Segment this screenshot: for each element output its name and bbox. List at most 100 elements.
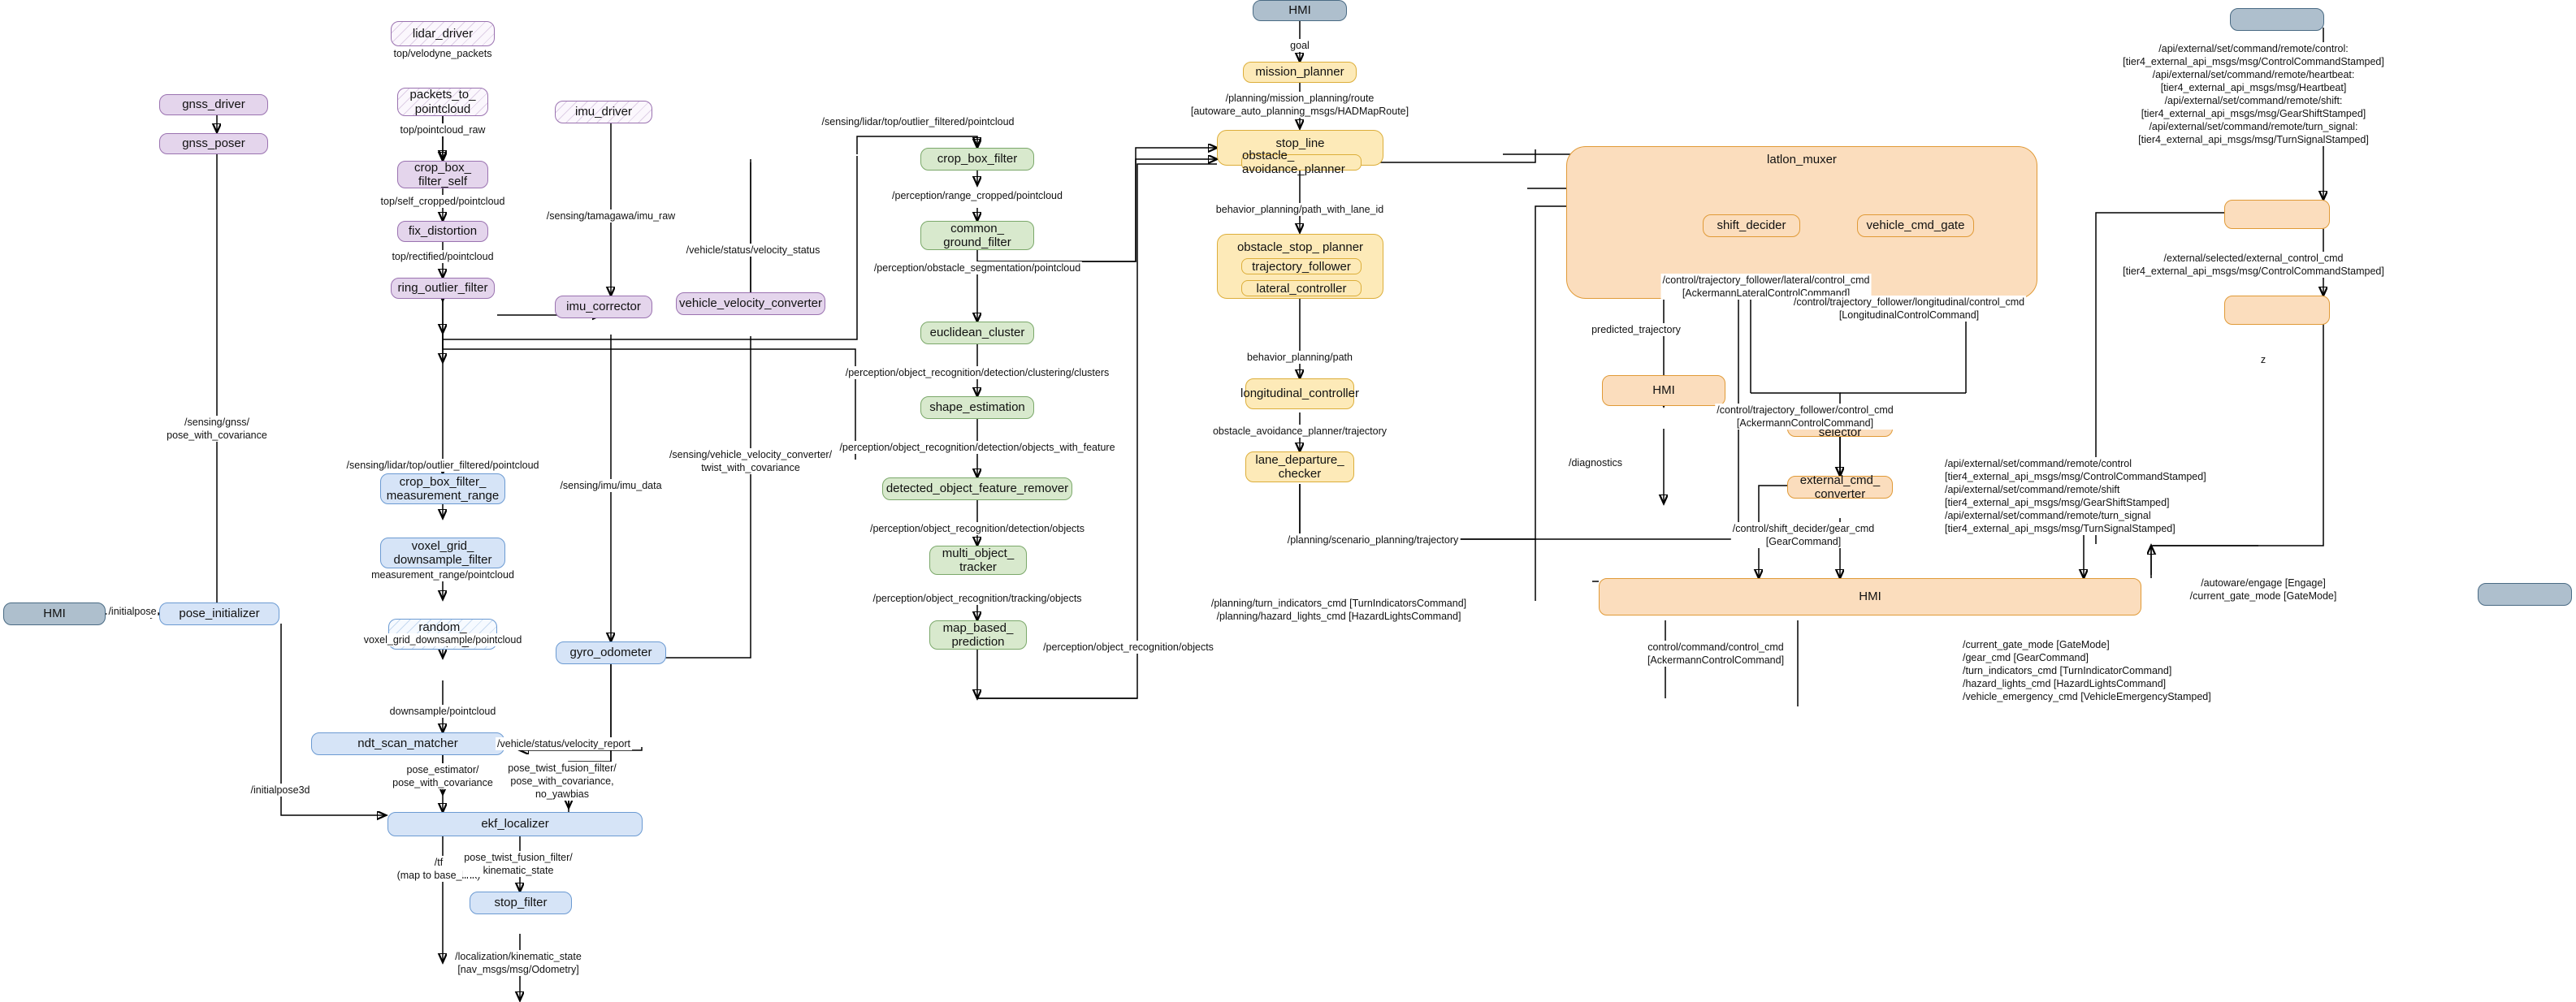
node-label: mission_planner	[1255, 65, 1344, 80]
node-obstacle-stop-planner[interactable]: lane_departure_ checker	[1245, 451, 1354, 482]
node-crop-box-filter-self[interactable]: crop_box_ filter_self	[397, 161, 488, 188]
edge-label: /planning/turn_indicators_cmd [TurnIndic…	[1209, 597, 1469, 623]
trajectory-follower-title: latlon_muxer	[1767, 153, 1837, 166]
node-label: HMI	[1652, 383, 1675, 398]
node-voxel-grid-downsample-filter[interactable]: voxel_grid_ downsample_filter	[380, 538, 505, 568]
node-gnss-driver[interactable]: gnss_driver	[159, 94, 268, 115]
node-ring-outlier-filter[interactable]: ring_outlier_filter	[391, 278, 495, 299]
node-label: crop_box_filter	[937, 152, 1018, 166]
node-gyro-odometer[interactable]: gyro_odometer	[556, 641, 666, 664]
edge-label: /sensing/vehicle_velocity_converter/ twi…	[667, 448, 834, 474]
node-longitudinal-controller[interactable]: vehicle_cmd_gate	[1857, 214, 1974, 237]
node-packets-to-pointcloud[interactable]: packets_to_ pointcloud	[397, 88, 488, 116]
edge-label: /external/selected/external_control_cmd …	[2121, 252, 2386, 278]
node-external-cmd-selector[interactable]	[2224, 200, 2330, 229]
node-label: pose_initializer	[179, 607, 260, 621]
node-euclidean-cluster[interactable]: euclidean_cluster	[920, 322, 1034, 344]
node-crop-box-filter-measurement-range[interactable]: crop_box_filter_ measurement_range	[380, 473, 505, 504]
node-label: crop_box_filter_ measurement_range	[386, 474, 500, 503]
node-label: euclidean_cluster	[929, 326, 1025, 340]
edge-label: /perception/object_recognition/detection…	[843, 366, 1111, 379]
edge-label: behavior_planning/path	[1245, 351, 1354, 364]
node-vehicle-velocity-converter[interactable]: vehicle_velocity_converter	[676, 292, 825, 315]
node-detected-object-feature-remover[interactable]: detected_object_feature_remover	[882, 477, 1072, 500]
edge-label: pose_estimator/ pose_with_covariance	[391, 763, 495, 789]
node-lane-departure-checker[interactable]: HMI	[1602, 375, 1725, 406]
edge-label: /autoware/engage [Engage] /current_gate_…	[2188, 577, 2339, 602]
edge-label: top/self_cropped/pointcloud	[379, 195, 507, 208]
edge-label: /api/external/set/command/remote/control…	[2092, 42, 2415, 146]
node-gnss-poser[interactable]: gnss_poser	[159, 133, 268, 154]
node-ekf-localizer[interactable]: ekf_localizer	[387, 812, 643, 836]
edge-label: obstacle_avoidance_planner/trajectory	[1210, 425, 1389, 438]
node-label: multi_object_ tracker	[942, 546, 1015, 574]
node-label: HMI	[1859, 590, 1881, 604]
node-hmi-left[interactable]: HMI	[3, 602, 106, 625]
edge-label: /control/shift_decider/gear_cmd [GearCom…	[1730, 522, 1877, 548]
node-label: lane_departure_ checker	[1255, 452, 1344, 481]
edge-label: /control/trajectory_follower/control_cmd…	[1715, 404, 1895, 430]
node-label: stop_filter	[494, 896, 548, 910]
node-pose-initializer[interactable]: pose_initializer	[159, 602, 279, 625]
edge-label: /perception/object_recognition/objects	[1041, 641, 1215, 654]
node-multi-object-tracker[interactable]: multi_object_ tracker	[929, 546, 1027, 575]
edge-label: /api/external/set/command/remote/control…	[1943, 457, 2208, 535]
node-shape-estimation[interactable]: shape_estimation	[920, 396, 1034, 419]
node-crop-box-filter[interactable]: crop_box_filter	[920, 148, 1034, 171]
node-lateral-controller[interactable]: shift_decider	[1703, 214, 1800, 237]
lane-following-label: obstacle_ avoidance_planner	[1242, 149, 1345, 176]
edge-label: /perception/obstacle_segmentation/pointc…	[872, 261, 1083, 274]
node-label: vehicle_velocity_converter	[679, 296, 822, 311]
node-imu-corrector[interactable]: imu_corrector	[555, 296, 652, 318]
edge-label: z	[2258, 353, 2268, 366]
edge-label: /sensing/tamagawa/imu_raw	[544, 209, 678, 222]
edge-label: pose_twist_fusion_filter/ kinematic_stat…	[462, 851, 574, 877]
node-fix-distortion[interactable]: fix_distortion	[397, 221, 488, 242]
node-label: longitudinal_controller	[1240, 387, 1359, 401]
node-label: gnss_poser	[182, 136, 245, 151]
node-label: shift_decider	[1717, 218, 1786, 233]
node-label: ring_outlier_filter	[397, 281, 488, 296]
edge-label: /initialpose3d	[249, 784, 312, 797]
node-label: map_based_ prediction	[942, 620, 1014, 649]
edge-label: /vehicle/status/velocity_report	[496, 737, 632, 750]
edge-label: /control/trajectory_follower/longitudina…	[1791, 296, 2027, 322]
edge-label: measurement_range/pointcloud	[370, 568, 516, 581]
edge-label: /perception/object_recognition/detection…	[838, 441, 1117, 454]
architecture-diagram: stop_line obstacle_ avoidance_planner ob…	[0, 0, 2576, 1002]
node-obstacle-avoidance-planner[interactable]: longitudinal_controller	[1240, 378, 1359, 409]
edge-label: /sensing/lidar/top/outlier_filtered/poin…	[344, 459, 541, 472]
edge-label: top/velodyne_packets	[392, 47, 494, 60]
edge-label: behavior_planning/path_with_lane_id	[1214, 203, 1386, 216]
edge-label: pose_twist_fusion_filter/ pose_with_cova…	[506, 762, 618, 801]
node-ndt-scan-matcher[interactable]: ndt_scan_matcher	[311, 732, 504, 755]
node-imu-driver[interactable]: imu_driver	[555, 101, 652, 123]
intersection-subnode[interactable]: trajectory_follower	[1241, 258, 1362, 274]
edge-label: /current_gate_mode [GateMode] /gear_cmd …	[1961, 638, 2213, 703]
node-label: gyro_odometer	[569, 646, 652, 660]
stop-line-subnode[interactable]: lateral_controller	[1241, 280, 1362, 296]
node-map-based-prediction[interactable]: map_based_ prediction	[929, 620, 1027, 650]
node-label: voxel_grid_ downsample_filter	[393, 538, 492, 567]
edge-label: /localization/kinematic_state [nav_msgs/…	[453, 950, 583, 976]
node-hmi-right-bottom[interactable]	[2478, 583, 2572, 606]
node-vehicle-cmd-gate[interactable]: HMI	[1599, 578, 2141, 615]
node-stop-filter[interactable]: stop_filter	[470, 892, 572, 914]
node-hmi-planning[interactable]: HMI	[1253, 0, 1347, 21]
edge-label: /diagnostics	[1566, 456, 1625, 469]
node-mission-planner[interactable]: mission_planner	[1243, 62, 1357, 83]
edge-label: /vehicle/status/velocity_status	[684, 244, 822, 257]
node-label: HMI	[1288, 3, 1311, 18]
intersection-label: trajectory_follower	[1252, 259, 1351, 274]
node-label: common_ ground_filter	[943, 221, 1011, 249]
node-common-ground-filter[interactable]: common_ ground_filter	[920, 221, 1034, 250]
node-external-cmd-converter[interactable]	[2224, 296, 2330, 325]
node-lidar-driver[interactable]: lidar_driver	[391, 21, 495, 46]
edge-label: /planning/scenario_planning/trajectory	[1285, 533, 1461, 546]
node-hmi-right-top[interactable]	[2230, 8, 2324, 31]
lane-following-subnode[interactable]: obstacle_ avoidance_planner	[1241, 149, 1362, 176]
edge-label: predicted_trajectory	[1590, 323, 1682, 336]
node-shift-decider[interactable]: external_cmd_ converter	[1787, 473, 1893, 501]
edge-label: /initialpose	[106, 605, 158, 618]
node-label: ekf_localizer	[481, 817, 549, 831]
